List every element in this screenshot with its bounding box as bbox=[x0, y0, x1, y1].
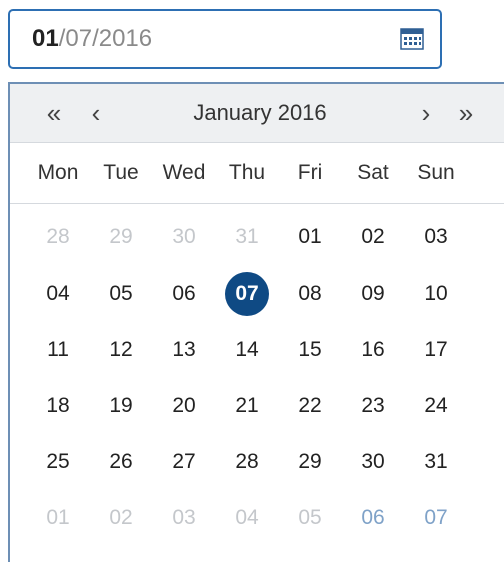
day-cell[interactable]: 18 bbox=[36, 384, 80, 428]
day-cell[interactable]: 31 bbox=[414, 440, 458, 484]
weekday-wed: Wed bbox=[162, 161, 206, 184]
day-cell[interactable]: 08 bbox=[288, 272, 332, 316]
day-cell[interactable]: 13 bbox=[162, 328, 206, 372]
day-cell[interactable]: 03 bbox=[414, 215, 458, 259]
day-cell[interactable]: 17 bbox=[414, 328, 458, 372]
prev-month-button[interactable]: ‹ bbox=[76, 84, 116, 142]
day-cell[interactable]: 09 bbox=[351, 272, 395, 316]
calendar-icon[interactable] bbox=[400, 28, 424, 50]
day-cell[interactable]: 29 bbox=[99, 215, 143, 259]
day-cell[interactable]: 30 bbox=[162, 215, 206, 259]
day-cell[interactable]: 20 bbox=[162, 384, 206, 428]
day-cell[interactable]: 25 bbox=[36, 440, 80, 484]
weekday-sat: Sat bbox=[357, 161, 389, 184]
next-year-button[interactable]: » bbox=[446, 84, 486, 142]
weekday-sun: Sun bbox=[417, 161, 455, 184]
day-cell[interactable]: 19 bbox=[99, 384, 143, 428]
date-input-value[interactable]: 01/07/2016 bbox=[32, 11, 152, 67]
date-month-year-segment[interactable]: /07/2016 bbox=[59, 25, 152, 52]
day-cell[interactable]: 02 bbox=[99, 496, 143, 540]
day-cell[interactable]: 04 bbox=[36, 272, 80, 316]
day-cell[interactable]: 28 bbox=[36, 215, 80, 259]
day-cell[interactable]: 21 bbox=[225, 384, 269, 428]
day-cell[interactable]: 12 bbox=[99, 328, 143, 372]
day-cell[interactable]: 29 bbox=[288, 440, 332, 484]
weekday-tue: Tue bbox=[103, 161, 139, 184]
day-cell[interactable]: 03 bbox=[162, 496, 206, 540]
day-cell[interactable]: 11 bbox=[36, 328, 80, 372]
day-cell[interactable]: 02 bbox=[351, 215, 395, 259]
day-cell[interactable]: 15 bbox=[288, 328, 332, 372]
day-cell[interactable]: 27 bbox=[162, 440, 206, 484]
day-cell[interactable]: 30 bbox=[351, 440, 395, 484]
day-cell[interactable]: 31 bbox=[225, 215, 269, 259]
weekday-fri: Fri bbox=[297, 161, 323, 184]
day-cell[interactable]: 07 bbox=[414, 496, 458, 540]
date-day-segment[interactable]: 01 bbox=[32, 25, 59, 52]
selected-day[interactable]: 07 bbox=[225, 272, 269, 316]
day-cell[interactable]: 23 bbox=[351, 384, 395, 428]
day-cell[interactable]: 01 bbox=[288, 215, 332, 259]
day-cell[interactable]: 28 bbox=[225, 440, 269, 484]
day-cell[interactable]: 24 bbox=[414, 384, 458, 428]
calendar-popup: « ‹ January 2016 › » Mon Tue Wed Thu Fri… bbox=[8, 82, 504, 562]
weekday-mon: Mon bbox=[37, 161, 79, 184]
day-cell[interactable]: 10 bbox=[414, 272, 458, 316]
weekday-thu: Thu bbox=[228, 161, 266, 184]
day-cell[interactable]: 26 bbox=[99, 440, 143, 484]
day-cell[interactable]: 05 bbox=[288, 496, 332, 540]
day-cell[interactable]: 04 bbox=[225, 496, 269, 540]
day-cell[interactable]: 01 bbox=[36, 496, 80, 540]
day-cell[interactable]: 14 bbox=[225, 328, 269, 372]
month-year-title[interactable]: January 2016 bbox=[170, 84, 350, 142]
calendar-header: « ‹ January 2016 › » bbox=[10, 84, 504, 143]
day-cell[interactable]: 06 bbox=[351, 496, 395, 540]
next-month-button[interactable]: › bbox=[406, 84, 446, 142]
weekday-header-row: Mon Tue Wed Thu Fri Sat Sun bbox=[10, 143, 504, 204]
prev-year-button[interactable]: « bbox=[34, 84, 74, 142]
day-cell[interactable]: 22 bbox=[288, 384, 332, 428]
day-cell[interactable]: 16 bbox=[351, 328, 395, 372]
day-cell[interactable]: 05 bbox=[99, 272, 143, 316]
date-input[interactable]: 01/07/2016 bbox=[8, 9, 442, 69]
day-cell[interactable]: 06 bbox=[162, 272, 206, 316]
